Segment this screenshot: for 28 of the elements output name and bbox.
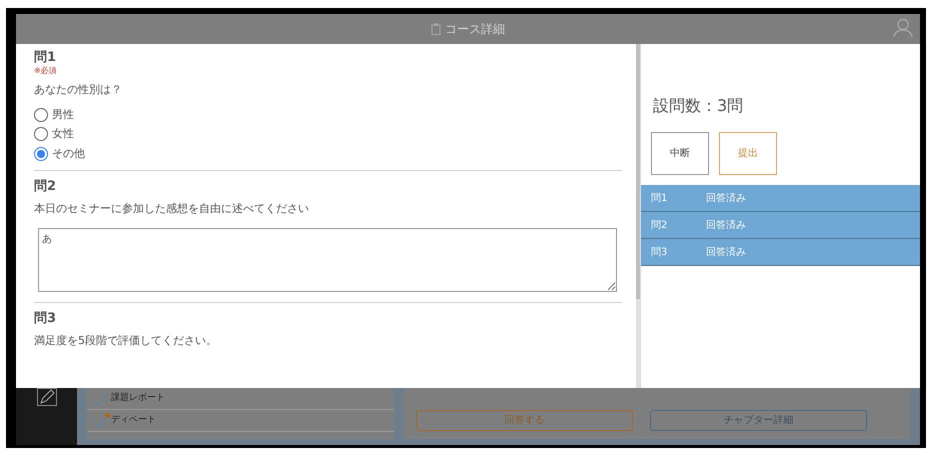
question-count: 設問数：3問 <box>653 95 744 117</box>
submit-button[interactable]: 提出 <box>719 132 777 175</box>
pencil-icon[interactable] <box>36 388 56 406</box>
chapter-item[interactable]: ディベート <box>87 410 394 432</box>
question-number: 問2 <box>34 179 58 195</box>
check-icon <box>93 392 109 406</box>
question-text: あなたの性別は？ <box>34 82 122 98</box>
radio-button[interactable] <box>34 146 48 161</box>
radio-button[interactable] <box>34 127 48 142</box>
chapter-item[interactable]: 課題レポート <box>87 388 394 410</box>
radio-button[interactable] <box>34 108 48 122</box>
clipboard-icon <box>431 23 441 35</box>
answer-field[interactable]: あ <box>38 228 617 292</box>
question-text: 本日のセミナーに参加した感想を自由に述べてください <box>34 201 309 217</box>
window-title: コース詳細 <box>445 21 505 38</box>
radio-option[interactable]: その他 <box>34 146 85 162</box>
status-row[interactable]: 問2 回答済み <box>641 212 920 239</box>
question-number: 問1 <box>34 50 58 66</box>
status-row[interactable]: 問1 回答済み <box>641 185 920 212</box>
pause-button[interactable]: 中断 <box>651 132 709 175</box>
status-row[interactable]: 問3 回答済み <box>641 239 920 266</box>
scrollbar[interactable] <box>636 44 640 388</box>
radio-option[interactable]: 男性 <box>34 106 74 123</box>
required-note: ※必須 <box>34 66 57 76</box>
chapter-details-button[interactable]: チャプター詳細 <box>650 410 867 431</box>
question-number: 問3 <box>34 310 58 326</box>
radio-option[interactable]: 女性 <box>34 126 74 142</box>
question-text: 満足度を5段階で評価してください。 <box>34 332 217 348</box>
